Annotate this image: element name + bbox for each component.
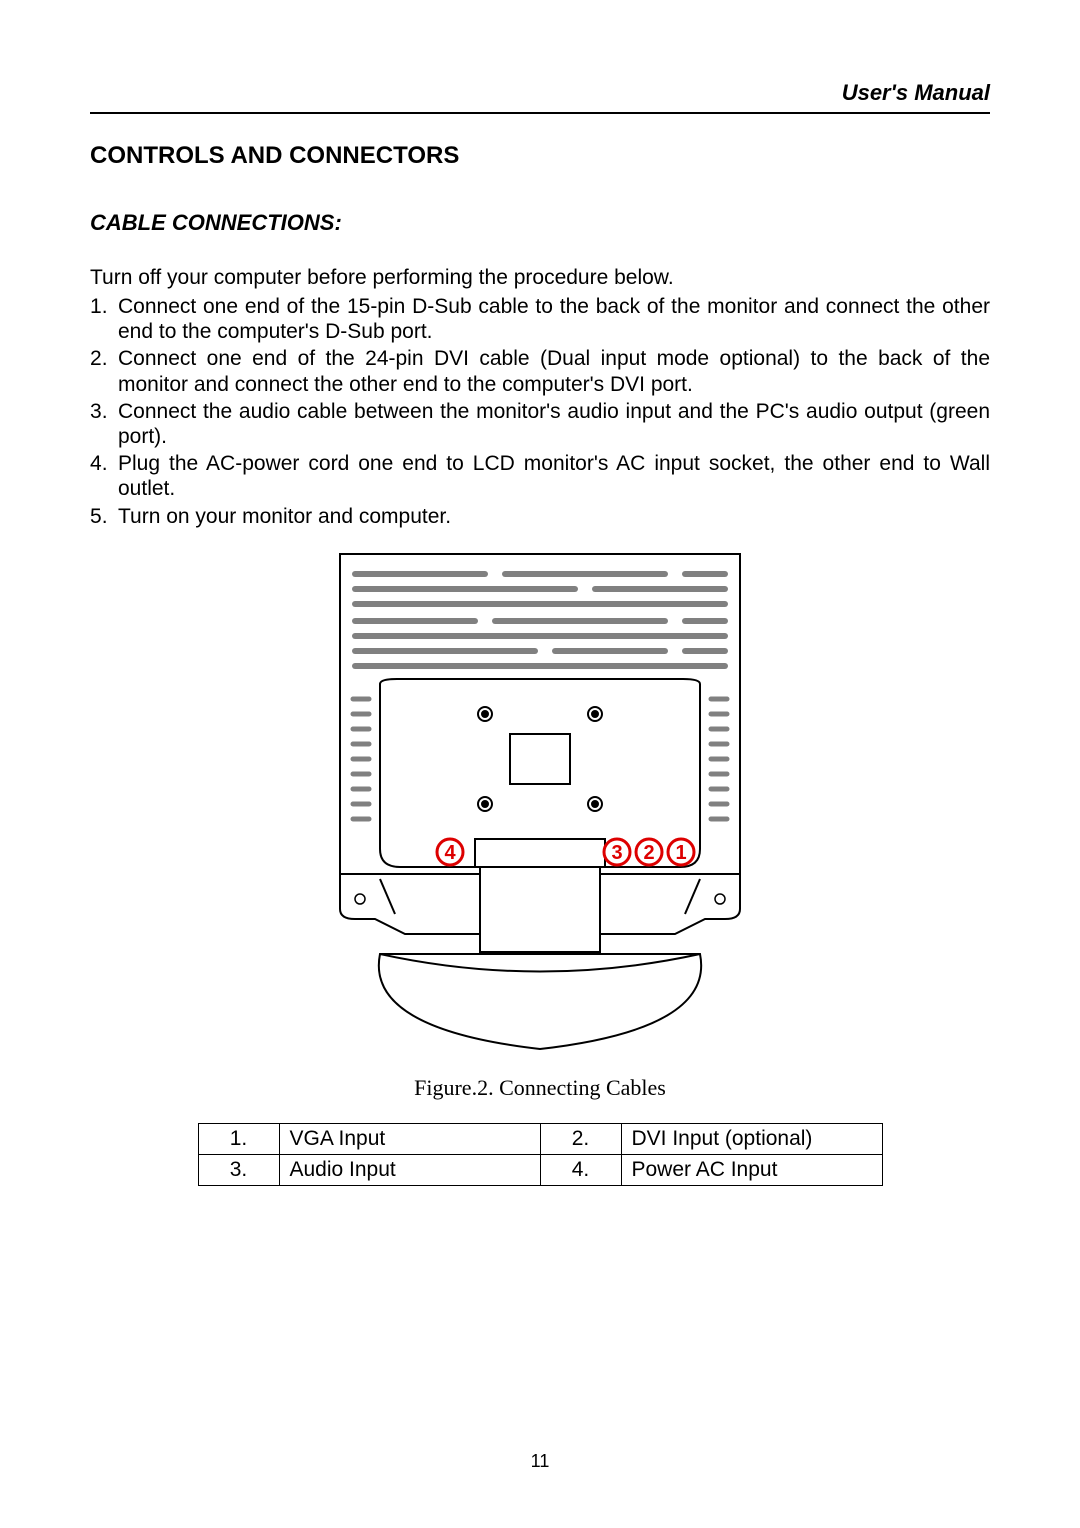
- callout-4: 4: [444, 842, 456, 864]
- subsection-title: CABLE CONNECTIONS:: [90, 210, 990, 236]
- step-item: Connect one end of the 24-pin DVI cable …: [90, 346, 990, 396]
- manual-page: User's Manual CONTROLS AND CONNECTORS CA…: [0, 0, 1080, 1528]
- callout-1: 1: [675, 842, 686, 864]
- cell-label: Power AC Input: [621, 1154, 882, 1185]
- cell-num: 4.: [540, 1154, 621, 1185]
- cell-num: 2.: [540, 1123, 621, 1154]
- cell-label: Audio Input: [279, 1154, 540, 1185]
- monitor-back-diagram-icon: 4 3 2 1: [325, 549, 755, 1059]
- section-title: CONTROLS AND CONNECTORS: [90, 142, 990, 170]
- callout-3: 3: [611, 842, 622, 864]
- header-label: User's Manual: [90, 80, 990, 114]
- page-number: 11: [0, 1451, 1080, 1472]
- step-item: Connect the audio cable between the moni…: [90, 399, 990, 449]
- cell-num: 1.: [198, 1123, 279, 1154]
- step-item: Turn on your monitor and computer.: [90, 504, 990, 529]
- table-row: 3. Audio Input 4. Power AC Input: [198, 1154, 882, 1185]
- table-row: 1. VGA Input 2. DVI Input (optional): [198, 1123, 882, 1154]
- intro-text: Turn off your computer before performing…: [90, 266, 990, 290]
- connectors-table: 1. VGA Input 2. DVI Input (optional) 3. …: [198, 1123, 883, 1186]
- cell-label: DVI Input (optional): [621, 1123, 882, 1154]
- cell-label: VGA Input: [279, 1123, 540, 1154]
- figure-monitor-back: 4 3 2 1: [90, 549, 990, 1059]
- figure-caption: Figure.2. Connecting Cables: [90, 1075, 990, 1101]
- steps-list: Connect one end of the 15-pin D-Sub cabl…: [90, 294, 990, 529]
- callout-2: 2: [643, 842, 654, 864]
- cell-num: 3.: [198, 1154, 279, 1185]
- step-item: Plug the AC-power cord one end to LCD mo…: [90, 451, 990, 501]
- step-item: Connect one end of the 15-pin D-Sub cabl…: [90, 294, 990, 344]
